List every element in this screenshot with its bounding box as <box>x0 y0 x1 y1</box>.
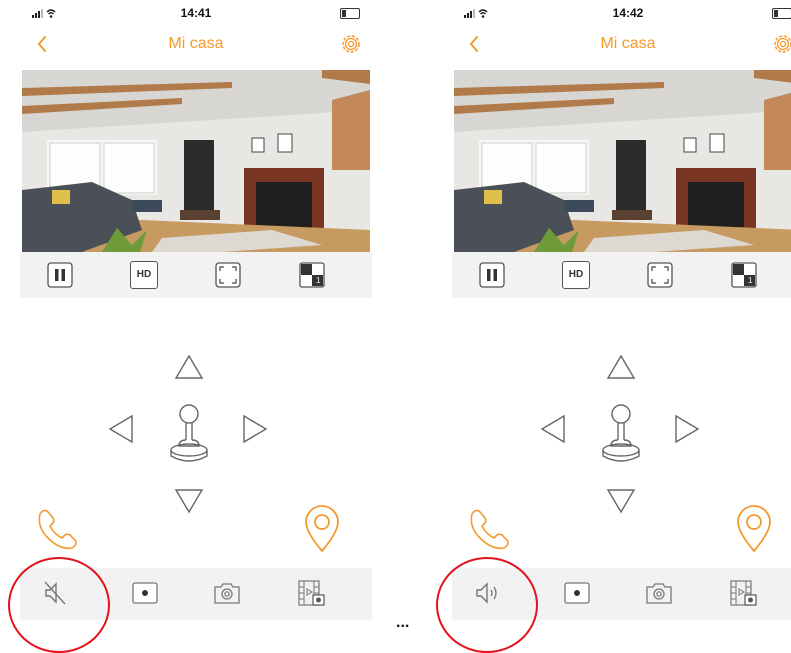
joystick-icon <box>602 404 640 462</box>
nav-bar: Mi casa <box>452 28 791 64</box>
video-gallery-icon[interactable] <box>296 578 326 608</box>
call-phone-icon[interactable] <box>466 504 512 550</box>
ptz-control-area <box>20 298 372 558</box>
pan-up-arrow-icon[interactable] <box>606 354 636 380</box>
call-phone-icon[interactable] <box>34 504 80 550</box>
screen-right: 14:42 Mi casa HD 1 <box>452 0 791 620</box>
split-screen-icon <box>731 262 757 288</box>
settings-gear-icon[interactable] <box>338 31 364 57</box>
nav-bar: Mi casa <box>20 28 372 64</box>
snapshot-camera-icon[interactable] <box>644 578 674 608</box>
fullscreen-icon[interactable] <box>214 261 242 289</box>
settings-gear-icon[interactable] <box>770 31 791 57</box>
highlight-circle-mute <box>8 557 110 653</box>
status-time: 14:42 <box>612 6 644 20</box>
status-bar: 14:41 <box>20 0 372 26</box>
location-pin-icon[interactable] <box>734 504 774 554</box>
video-gallery-icon[interactable] <box>728 578 758 608</box>
pause-icon[interactable] <box>46 261 74 289</box>
pause-icon[interactable] <box>478 261 506 289</box>
highlight-circle-sound <box>436 557 538 653</box>
joystick-icon <box>170 404 208 462</box>
video-control-bar: HD 1 <box>20 252 372 298</box>
screen-left: 14:41 Mi casa HD 1 <box>20 0 372 620</box>
multi-view-icon[interactable]: 1 <box>298 261 326 289</box>
status-bar: 14:42 <box>452 0 791 26</box>
status-time: 14:41 <box>180 6 212 20</box>
pan-up-arrow-icon[interactable] <box>174 354 204 380</box>
pan-down-arrow-icon[interactable] <box>174 488 204 514</box>
pan-left-arrow-icon[interactable] <box>108 414 134 444</box>
pan-down-arrow-icon[interactable] <box>606 488 636 514</box>
camera-live-view[interactable] <box>454 70 791 252</box>
split-screen-icon <box>299 262 325 288</box>
multi-view-icon[interactable]: 1 <box>730 261 758 289</box>
hd-quality-button[interactable]: HD <box>130 261 158 289</box>
pan-left-arrow-icon[interactable] <box>540 414 566 444</box>
battery-icon <box>340 8 360 19</box>
page-title: Mi casa <box>168 35 224 52</box>
pan-right-arrow-icon[interactable] <box>674 414 700 444</box>
battery-icon <box>772 8 791 19</box>
channel-number: 1 <box>316 276 321 285</box>
video-control-bar: HD 1 <box>452 252 791 298</box>
ptz-control-area <box>452 298 791 558</box>
pan-right-arrow-icon[interactable] <box>242 414 268 444</box>
snapshot-camera-icon[interactable] <box>212 578 242 608</box>
record-icon[interactable] <box>562 578 592 608</box>
sequence-ellipsis: ... <box>396 614 410 631</box>
location-pin-icon[interactable] <box>302 504 342 554</box>
hd-quality-button[interactable]: HD <box>562 261 590 289</box>
channel-number: 1 <box>748 276 753 285</box>
record-icon[interactable] <box>130 578 160 608</box>
fullscreen-icon[interactable] <box>646 261 674 289</box>
camera-live-view[interactable] <box>22 70 370 252</box>
page-title: Mi casa <box>600 35 656 52</box>
